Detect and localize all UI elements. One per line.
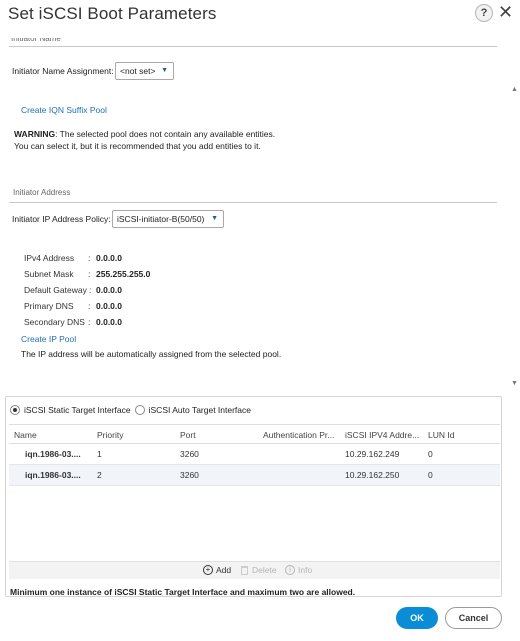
cancel-button[interactable]: Cancel <box>445 607 502 629</box>
add-button[interactable]: + Add <box>203 565 231 575</box>
target-footnote: Minimum one instance of iSCSI Static Tar… <box>10 587 356 597</box>
column-header-authentication[interactable]: Authentication Pr... <box>263 430 334 440</box>
table-row[interactable]: iqn.1986-03.... 2 3260 10.29.162.250 0 <box>9 465 500 486</box>
cell-port: 3260 <box>180 470 199 480</box>
ipv4-address-value: 0.0.0.0 <box>96 253 122 263</box>
scroll-down-icon[interactable]: ▼ <box>511 380 518 387</box>
delete-label: Delete <box>252 565 277 575</box>
static-target-label[interactable]: iSCSI Static Target Interface <box>24 405 131 415</box>
column-header-name[interactable]: Name <box>14 430 37 440</box>
section-initiator-address: Initiator Address <box>13 188 71 197</box>
target-interface-radio-group: iSCSI Static Target Interface iSCSI Auto… <box>10 403 255 417</box>
create-iqn-suffix-pool-link[interactable]: Create IQN Suffix Pool <box>21 105 107 115</box>
cell-name: iqn.1986-03.... <box>25 449 81 459</box>
divider <box>9 46 497 47</box>
warning-text: WARNING: The selected pool does not cont… <box>14 128 275 152</box>
info-button: i Info <box>285 565 312 575</box>
close-icon[interactable]: ✕ <box>498 2 513 22</box>
cell-lun: 0 <box>428 449 433 459</box>
initiator-ip-policy-label: Initiator IP Address Policy: <box>12 214 111 224</box>
initiator-name-assignment-label: Initiator Name Assignment: <box>12 66 114 76</box>
table-row[interactable]: iqn.1986-03.... 1 3260 10.29.162.249 0 <box>9 444 500 465</box>
default-gateway-label: Default Gateway <box>24 285 87 295</box>
subnet-mask-value: 255.255.255.0 <box>96 269 151 279</box>
info-label: Info <box>298 565 313 575</box>
cell-priority: 1 <box>97 449 102 459</box>
initiator-ip-policy-select[interactable]: iSCSI-initiator-B(50/50) ▼ <box>112 210 224 228</box>
trash-icon <box>241 565 248 575</box>
auto-target-label[interactable]: iSCSI Auto Target Interface <box>149 405 251 415</box>
plus-icon: + <box>203 565 213 575</box>
scroll-up-icon[interactable]: ▲ <box>511 86 518 93</box>
auto-target-radio[interactable] <box>134 405 145 415</box>
column-header-port[interactable]: Port <box>180 430 196 440</box>
cell-ipv4: 10.29.162.250 <box>345 470 400 480</box>
secondary-dns-label: Secondary DNS <box>24 317 85 327</box>
static-target-radio[interactable] <box>10 405 20 415</box>
primary-dns-value: 0.0.0.0 <box>96 301 122 311</box>
subnet-mask-label: Subnet Mask <box>24 269 74 279</box>
add-label: Add <box>216 565 232 575</box>
default-gateway-value: 0.0.0.0 <box>96 285 122 295</box>
help-icon[interactable]: ? <box>475 4 493 22</box>
column-header-priority[interactable]: Priority <box>97 430 123 440</box>
column-header-ipv4[interactable]: iSCSI IPV4 Addre... <box>345 430 419 440</box>
initiator-name-assignment-select[interactable]: <not set> ▼ <box>115 62 174 80</box>
table-toolbar: + Add Delete i Info <box>9 561 500 579</box>
divider <box>9 202 497 203</box>
cell-priority: 2 <box>97 470 102 480</box>
select-value: iSCSI-initiator-B(50/50) <box>117 214 205 224</box>
info-icon: i <box>285 565 295 575</box>
column-header-lun-id[interactable]: LUN Id <box>428 430 454 440</box>
chevron-down-icon: ▼ <box>211 215 218 222</box>
cell-port: 3260 <box>180 449 199 459</box>
create-ip-pool-link[interactable]: Create IP Pool <box>21 334 76 344</box>
select-value: <not set> <box>120 66 156 76</box>
dialog-title: Set iSCSI Boot Parameters <box>8 4 217 23</box>
warning-line2: You can select it, but it is recommended… <box>14 141 261 151</box>
ip-pool-note: The IP address will be automatically ass… <box>21 349 282 359</box>
chevron-down-icon: ▼ <box>161 67 168 74</box>
delete-button: Delete <box>241 565 277 575</box>
table-header: Name Priority Port Authentication Pr... … <box>9 424 500 444</box>
primary-dns-label: Primary DNS <box>24 301 74 311</box>
cell-lun: 0 <box>428 470 433 480</box>
warning-line1: : The selected pool does not contain any… <box>55 129 276 139</box>
ok-button[interactable]: OK <box>396 607 438 629</box>
scrollbar[interactable] <box>509 30 519 392</box>
secondary-dns-value: 0.0.0.0 <box>96 317 122 327</box>
scroll-area <box>0 30 520 392</box>
cell-name: iqn.1986-03.... <box>25 470 81 480</box>
warning-label: WARNING <box>14 129 56 139</box>
ipv4-address-label: IPv4 Address <box>24 253 75 263</box>
cell-ipv4: 10.29.162.249 <box>345 449 400 459</box>
